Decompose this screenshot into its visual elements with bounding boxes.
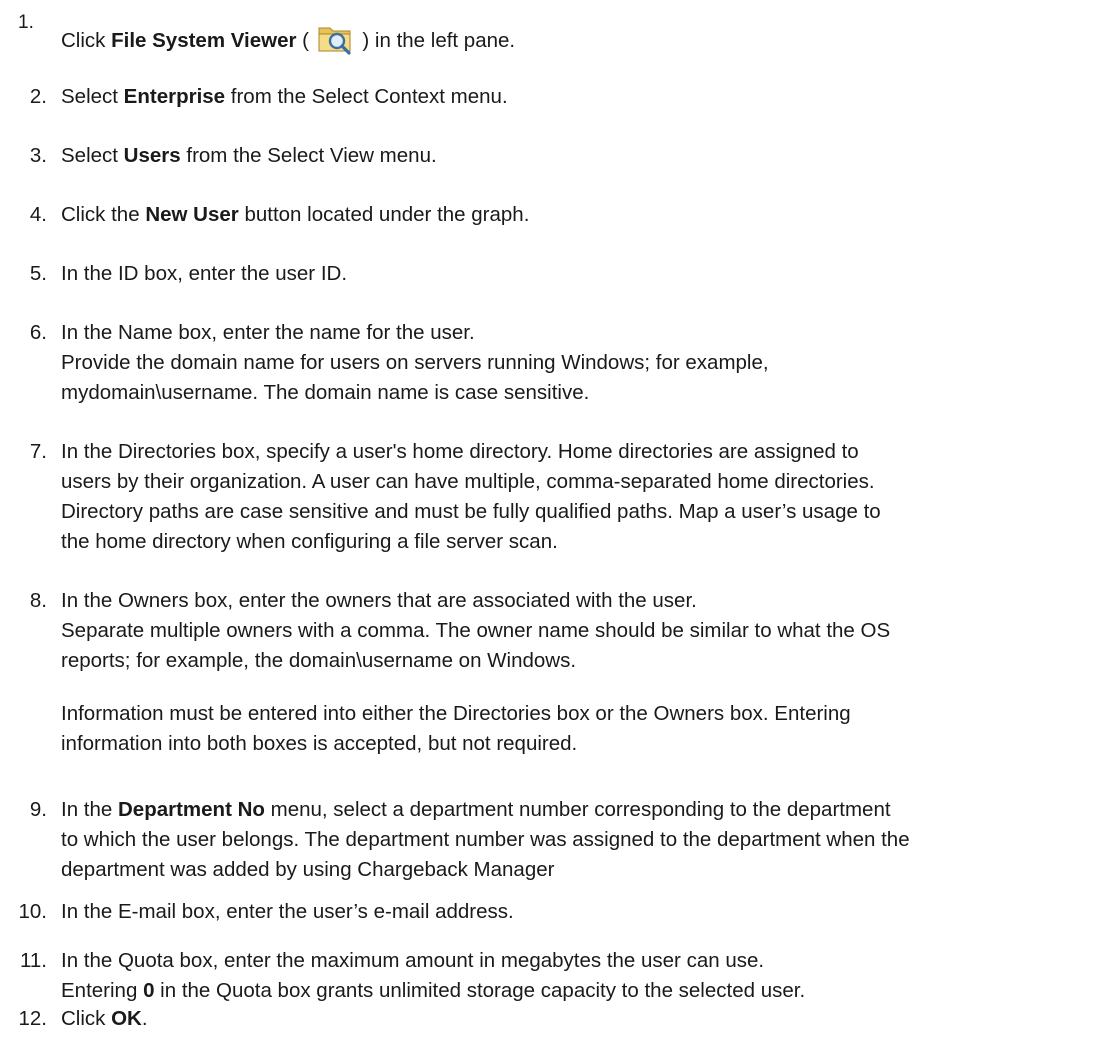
step-text: In the Name box, enter the name for the … bbox=[61, 321, 769, 404]
step-text: Click the New User button located under … bbox=[61, 203, 530, 226]
step-text: Select Enterprise from the Select Contex… bbox=[61, 85, 508, 108]
department-no-label: Department No bbox=[118, 798, 265, 821]
document-body: 1. Click File System Viewer ( ) in the l… bbox=[0, 0, 1120, 1038]
step-text: In the E-mail box, enter the user’s e-ma… bbox=[61, 900, 514, 923]
users-label: Users bbox=[123, 144, 181, 167]
step-number: 5. bbox=[29, 262, 47, 285]
step-note: Information must be entered into either … bbox=[61, 702, 851, 725]
step-number: 3. bbox=[29, 144, 47, 167]
step-text: Click File System Viewer ( ) in the left… bbox=[61, 22, 1101, 56]
step-number: 2. bbox=[29, 85, 47, 108]
step-text: In the ID box, enter the user ID. bbox=[61, 262, 348, 285]
step-number: 8. bbox=[29, 589, 47, 612]
step-number: 1. bbox=[18, 12, 34, 33]
step-text: Select Users from the Select View menu. bbox=[61, 144, 437, 167]
step-text: In the Owners box, enter the owners that… bbox=[61, 586, 1101, 759]
step-text: In the Directories box, specify a user's… bbox=[61, 440, 881, 553]
step-number: 10. bbox=[18, 900, 48, 923]
step-1: 1. Click File System Viewer ( ) in the l… bbox=[0, 12, 1110, 56]
new-user-label: New User bbox=[145, 203, 239, 226]
step-number: 7. bbox=[29, 440, 47, 463]
step-number: 9. bbox=[29, 798, 47, 821]
enterprise-label: Enterprise bbox=[123, 85, 226, 108]
step-text: In the Department No menu, select a depa… bbox=[61, 798, 910, 881]
step-number: 6. bbox=[29, 321, 47, 344]
folder-magnifier-icon bbox=[317, 22, 355, 55]
file-system-viewer-label: File System Viewer bbox=[111, 29, 297, 52]
step-number: 4. bbox=[29, 203, 47, 226]
